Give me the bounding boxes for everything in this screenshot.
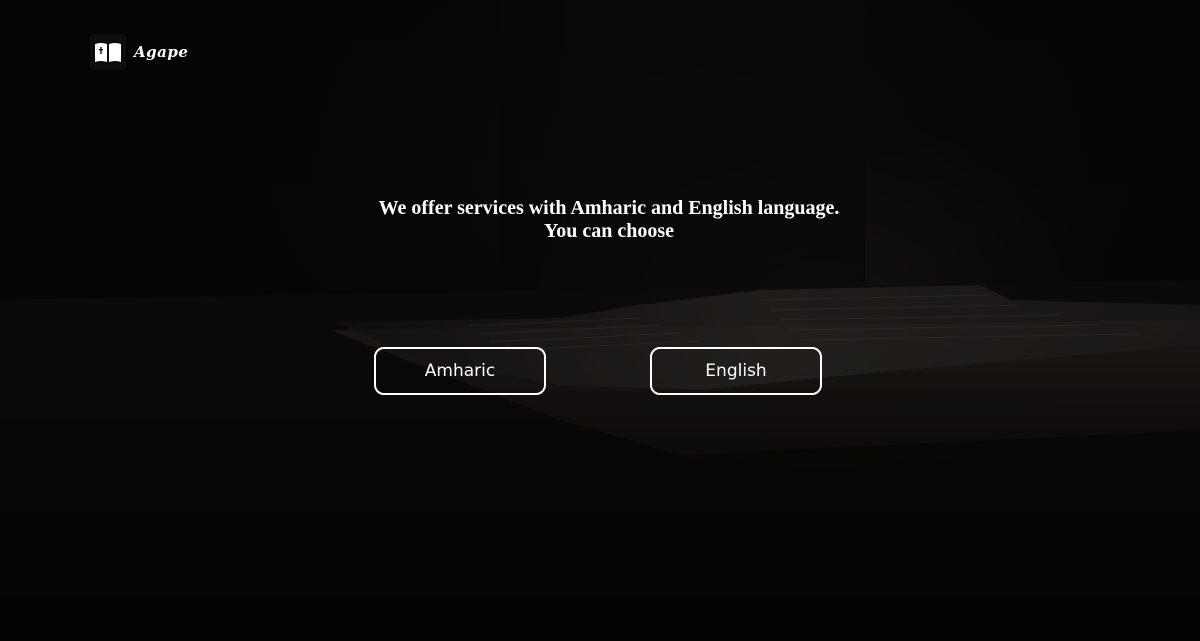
- amharic-button[interactable]: Amharic: [374, 347, 546, 395]
- language-prompt-line-1: We offer services with Amharic and Engli…: [378, 197, 840, 219]
- brand-logo[interactable]: Agape: [90, 34, 188, 70]
- language-selection-page: Agape We offer services with Amharic and…: [0, 0, 1200, 641]
- open-book-icon: [90, 34, 126, 70]
- language-prompt-line-2: You can choose: [543, 220, 674, 242]
- english-button[interactable]: English: [650, 347, 822, 395]
- language-prompt: We offer services with Amharic and Engli…: [300, 197, 918, 243]
- background-book-photo: [0, 0, 1200, 641]
- brand-name: Agape: [134, 43, 189, 61]
